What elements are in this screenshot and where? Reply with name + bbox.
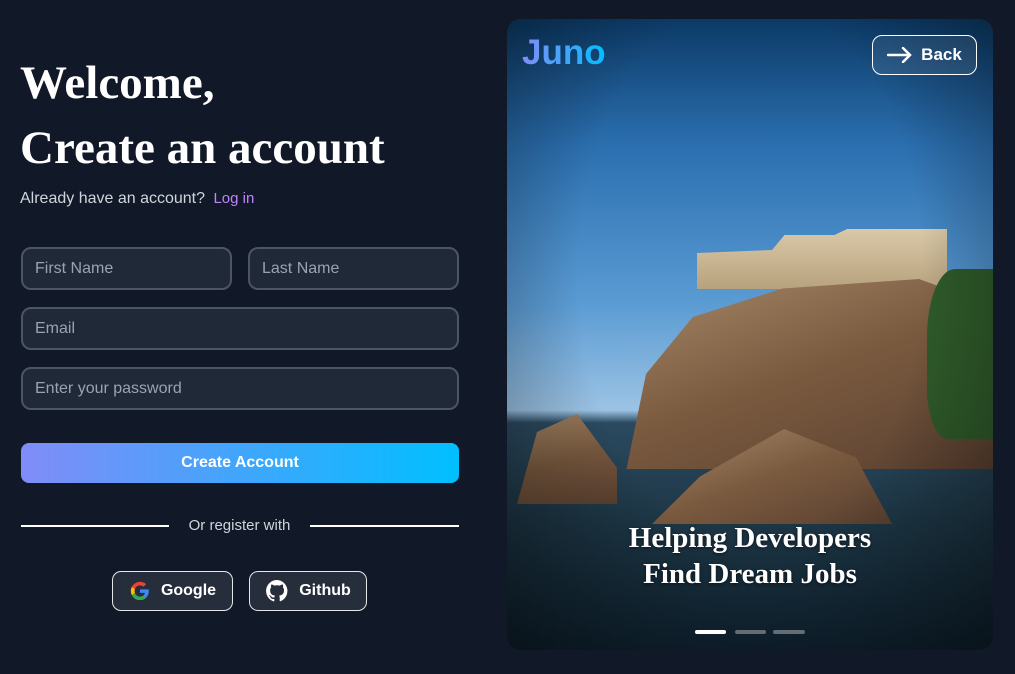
login-link[interactable]: Log in [213, 190, 254, 207]
tagline-line1: Helping Developers [628, 522, 872, 554]
github-label: Github [299, 582, 351, 599]
carousel-dot[interactable] [773, 630, 805, 634]
welcome-heading: Welcome, [20, 57, 215, 109]
divider-right [310, 525, 459, 527]
create-account-button[interactable]: Create Account [21, 443, 459, 483]
arrow-right-icon [887, 47, 912, 63]
carousel-dot-active[interactable] [695, 630, 726, 634]
divider-text: Or register with [188, 517, 291, 534]
back-button[interactable]: Back [872, 35, 977, 75]
tagline-line2: Find Dream Jobs [643, 558, 857, 590]
email-input[interactable] [21, 307, 459, 350]
create-account-heading: Create an account [20, 122, 385, 174]
login-prompt: Already have an account? Log in [20, 190, 254, 208]
google-label: Google [160, 582, 217, 599]
divider-left [21, 525, 169, 527]
password-input[interactable] [21, 367, 459, 410]
carousel-dot[interactable] [735, 630, 766, 634]
google-button[interactable]: Google [112, 571, 233, 611]
juno-logo[interactable]: Juno [522, 33, 606, 73]
last-name-input[interactable] [248, 247, 459, 290]
first-name-input[interactable] [21, 247, 232, 290]
github-button[interactable]: Github [249, 571, 367, 611]
hero-image-panel: Juno Back Helping Developers Find Dream … [507, 19, 993, 650]
github-icon [266, 580, 288, 602]
back-label: Back [921, 45, 962, 64]
login-prompt-text: Already have an account? [20, 190, 206, 207]
vignette [507, 19, 993, 650]
google-icon [130, 581, 149, 601]
